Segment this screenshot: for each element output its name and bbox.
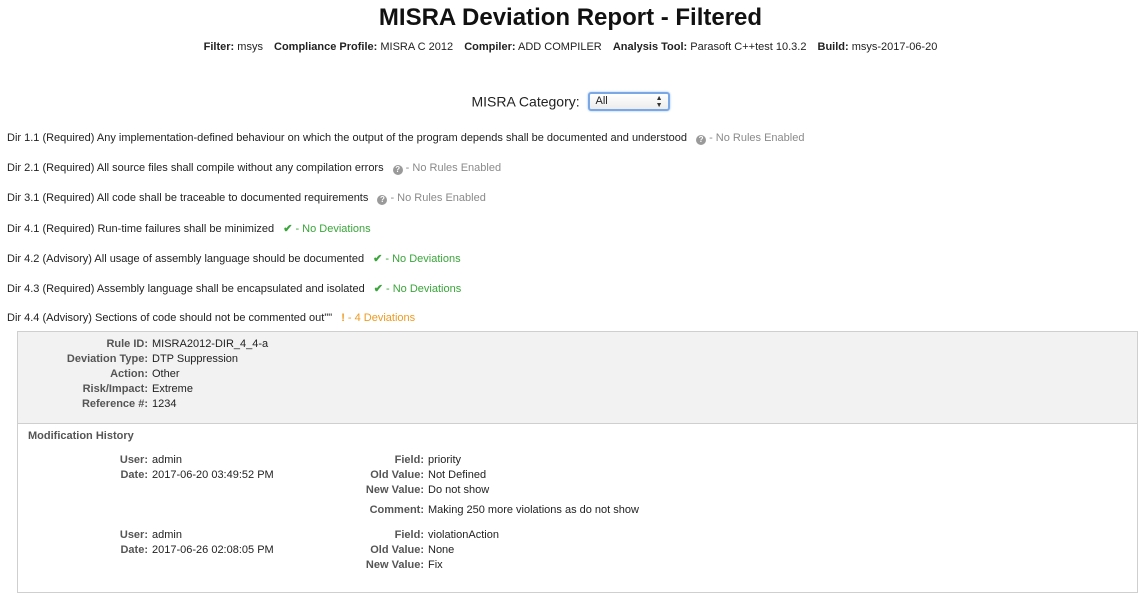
meta-profile: Compliance Profile: MISRA C 2012 <box>274 41 454 53</box>
check-icon: ✔ <box>373 283 384 295</box>
risk-value: Extreme <box>152 383 193 395</box>
directive-row: Dir 2.1 (Required) All source files shal… <box>7 162 501 175</box>
history-field: Field: priority <box>394 454 462 466</box>
directive-text: Dir 4.2 (Advisory) All usage of assembly… <box>7 253 365 265</box>
category-filter: MISRA Category: All ▲ ▼ <box>0 92 1141 111</box>
directive-text: Dir 1.1 (Required) Any implementation-de… <box>7 132 687 144</box>
directive-text: Dir 4.4 (Advisory) Sections of code shou… <box>7 312 333 324</box>
directive-status: ? - No Rules Enabled <box>377 192 486 205</box>
directive-row: Dir 4.4 (Advisory) Sections of code shou… <box>7 312 415 324</box>
history-date: Date: 2017-06-20 03:49:52 PM <box>120 469 274 481</box>
directive-row: Dir 3.1 (Required) All code shall be tra… <box>7 192 486 205</box>
rule-id-value: MISRA2012-DIR_4_4-a <box>152 338 269 350</box>
history-new-value: New Value: Do not show <box>365 484 490 496</box>
history-new-value: New Value: Fix <box>365 559 443 571</box>
page-title: MISRA Deviation Report - Filtered <box>378 4 763 31</box>
deviation-details: Rule ID: MISRA2012-DIR_4_4-a Deviation Ty… <box>18 332 1137 424</box>
history-old-value: Old Value: Not Defined <box>370 469 487 481</box>
action-row: Action: Other <box>110 368 180 380</box>
check-icon: ✔ <box>373 253 383 265</box>
meta-build: Build: msys-2017-06-20 <box>817 41 938 53</box>
history-user: User: admin <box>119 454 182 466</box>
deviation-type-row: Deviation Type: DTP Suppression <box>66 353 239 365</box>
meta-filter: Filter: msys <box>203 41 263 53</box>
directive-row: Dir 1.1 (Required) Any implementation-de… <box>7 132 804 145</box>
question-icon: ? <box>696 135 707 145</box>
directive-status: ✔ - No Deviations <box>283 223 371 235</box>
history-title: Modification History <box>28 430 134 442</box>
directive-status[interactable]: ! - 4 Deviations <box>341 312 415 324</box>
directive-status: ✔ - No Deviations <box>373 283 462 295</box>
deviation-type-value: DTP Suppression <box>152 353 239 365</box>
directive-status: ? - No Rules Enabled <box>392 162 501 175</box>
category-select[interactable]: All ▲ ▼ <box>587 92 670 111</box>
meta-tool: Analysis Tool: Parasoft C++test 10.3.2 <box>612 41 807 53</box>
reference-value: 1234 <box>152 398 177 410</box>
history-date: Date: 2017-06-26 02:08:05 PM <box>120 544 274 556</box>
history-field: Field: violationAction <box>394 529 499 541</box>
directive-text: Dir 3.1 (Required) All code shall be tra… <box>7 192 369 204</box>
directive-row: Dir 4.1 (Required) Run-time failures sha… <box>7 222 371 235</box>
directive-text: Dir 2.1 (Required) All source files shal… <box>7 162 384 174</box>
directive-row: Dir 4.2 (Advisory) All usage of assembly… <box>7 252 461 265</box>
category-select-value: All <box>595 95 608 107</box>
action-value: Other <box>152 368 180 380</box>
reference-row: Reference #: 1234 <box>81 398 177 410</box>
check-icon: ✔ <box>283 223 293 235</box>
rule-id-row: Rule ID: MISRA2012-DIR_4_4-a <box>106 338 269 350</box>
directive-status: ✔ - No Deviations <box>373 253 461 265</box>
question-icon: ? <box>392 165 403 175</box>
meta-compiler: Compiler: ADD COMPILER <box>464 41 602 53</box>
category-filter-label: MISRA Category: <box>471 93 580 110</box>
deviation-panel: Rule ID: MISRA2012-DIR_4_4-a Deviation Ty… <box>17 331 1138 593</box>
risk-row: Risk/Impact: Extreme <box>82 383 193 395</box>
exclamation-icon: ! <box>341 312 345 324</box>
history-old-value: Old Value: None <box>370 544 455 556</box>
history-user: User: admin <box>119 529 182 541</box>
history-comment: Comment: Making 250 more violations as do… <box>369 504 639 516</box>
question-icon: ? <box>377 195 388 205</box>
select-arrows-icon: ▲ ▼ <box>655 95 663 109</box>
directive-status: ? - No Rules Enabled <box>696 132 804 145</box>
directive-row: Dir 4.3 (Required) Assembly language sha… <box>7 282 461 295</box>
directive-text: Dir 4.3 (Required) Assembly language sha… <box>7 283 365 295</box>
report-meta: Filter: msys Compliance Profile: MISRA C… <box>0 41 1141 53</box>
directive-text: Dir 4.1 (Required) Run-time failures sha… <box>7 223 275 235</box>
